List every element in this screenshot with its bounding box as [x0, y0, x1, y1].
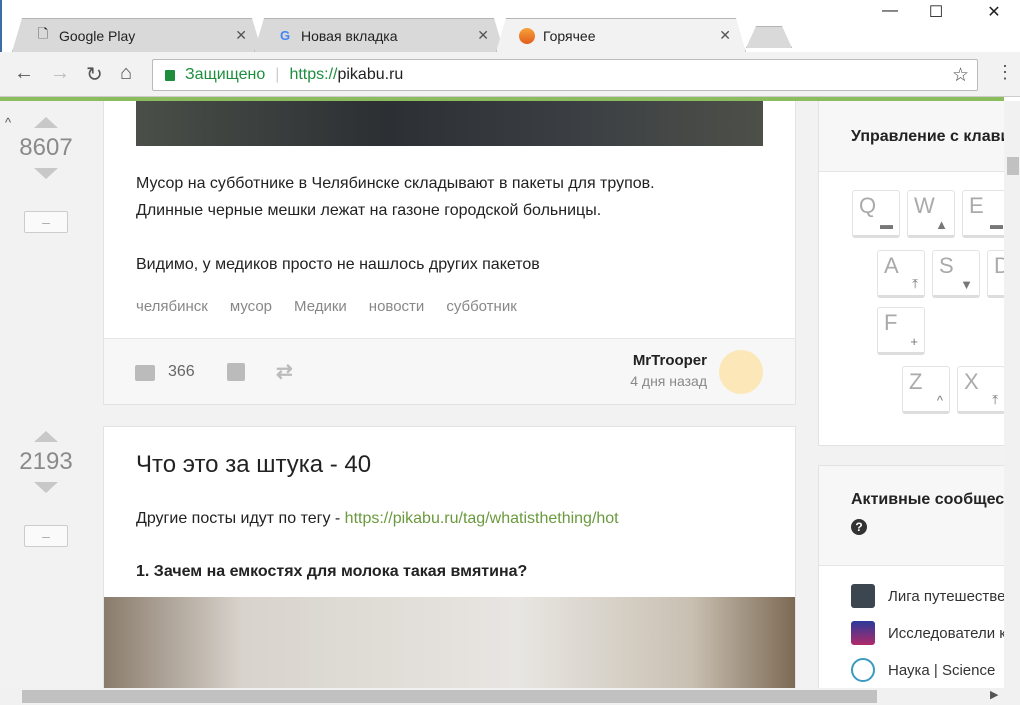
reload-icon[interactable]: ↻ [86, 62, 103, 87]
secure-label: Защищено [185, 66, 266, 83]
post-time: 4 дня назад [630, 373, 707, 389]
post-subheading: 1. Зачем на емкостях для молока такая вм… [136, 563, 528, 580]
save-icon[interactable] [227, 363, 245, 381]
key-q: Q ▬ [852, 190, 900, 238]
close-window-icon[interactable]: ✕ [972, 2, 1016, 24]
community-item[interactable]: Лига путешественников [851, 582, 1004, 610]
close-tab-icon[interactable]: ✕ [719, 27, 731, 44]
author-name[interactable]: MrTrooper [633, 352, 707, 369]
post-rating: 2193 – [0, 431, 92, 547]
community-item[interactable]: Наука | Science [851, 656, 1004, 684]
key-e: E ▬ [962, 190, 1004, 238]
tag-link[interactable]: https://pikabu.ru/tag/whatisthething/hot [345, 510, 619, 527]
maximize-icon[interactable]: ☐ [914, 2, 958, 24]
community-list: Лига путешественников Исследователи косм… [851, 582, 1004, 684]
tag[interactable]: мусор [230, 298, 272, 315]
community-item[interactable]: Исследователи космоса [851, 619, 1004, 647]
comments-count[interactable]: 366 [168, 363, 195, 381]
key-d: D [987, 250, 1004, 298]
menu-icon[interactable]: ⋮ [996, 62, 1014, 83]
post-text: Мусор на субботнике в Челябинске складыв… [136, 175, 655, 273]
community-avatar [851, 621, 875, 645]
tag[interactable]: субботник [446, 298, 516, 315]
tag[interactable]: новости [369, 298, 425, 315]
bookmark-star-icon[interactable]: ☆ [952, 64, 969, 87]
key-f: F + [877, 307, 925, 355]
post-card: Что это за штука - 40 Другие посты идут … [103, 426, 796, 688]
address-bar[interactable]: Защищено | https://pikabu.ru ☆ [152, 59, 978, 91]
home-icon[interactable]: ⌂ [120, 62, 132, 85]
tag[interactable]: Медики [294, 298, 347, 315]
hide-post-button[interactable]: – [24, 525, 68, 547]
post-intro: Другие посты идут по тегу - https://pika… [136, 510, 619, 527]
horizontal-scrollbar[interactable]: ▶ [0, 688, 1020, 705]
key-x: X ⤒ [957, 366, 1004, 414]
atom-icon [851, 658, 875, 682]
lock-icon [165, 69, 175, 81]
google-icon: G [279, 28, 291, 43]
hide-post-button[interactable]: – [24, 211, 68, 233]
close-tab-icon[interactable]: ✕ [477, 27, 489, 44]
forward-icon[interactable]: → [50, 62, 70, 85]
scrollbar-thumb[interactable] [1007, 157, 1019, 175]
tab-hot[interactable]: Горячее ✕ [496, 18, 746, 52]
key-s: S ▼ [932, 250, 980, 298]
tag[interactable]: челябинск [136, 298, 208, 315]
browser-toolbar: ← → ↻ ⌂ Защищено | https://pikabu.ru ☆ ⋮ [0, 52, 1020, 97]
share-icon[interactable]: ⇄ [276, 359, 293, 384]
close-tab-icon[interactable]: ✕ [235, 27, 247, 44]
post-footer: 366 ⇄ MrTrooper 4 дня назад [104, 338, 795, 404]
keyboard-help-panel: Управление с клавиатуры Q▬ W▲ E▬ A⤒ S▼ D… [818, 101, 1004, 446]
post-tags: челябинск мусор Медики новости субботник [136, 298, 539, 316]
minimize-icon[interactable]: — [868, 2, 912, 24]
post-image [104, 597, 795, 688]
help-icon[interactable]: ? [851, 519, 867, 535]
downvote-icon[interactable] [34, 482, 58, 493]
tab-strip: 🗋 Google Play ✕ G Новая вкладка ✕ Горячее ✕ —… [0, 0, 1020, 53]
vertical-scrollbar[interactable] [1004, 101, 1020, 688]
community-avatar [851, 584, 875, 608]
panel-header: Активные сообщества ? [819, 466, 1004, 566]
active-communities-panel: Активные сообщества ? Лига путешественни… [818, 465, 1004, 688]
tab-new-tab[interactable]: G Новая вкладка ✕ [254, 18, 504, 52]
scrollbar-thumb[interactable] [22, 690, 877, 703]
new-tab-button[interactable] [746, 26, 792, 48]
upvote-icon[interactable] [34, 117, 58, 128]
page-content: ^ 8607 – Мусор на субботнике в Челябинск… [0, 101, 1004, 688]
post-title[interactable]: Что это за штука - 40 [136, 451, 371, 479]
key-w: W ▲ [907, 190, 955, 238]
scroll-right-icon[interactable]: ▶ [990, 688, 998, 701]
post-rating: 8607 – [0, 117, 92, 233]
panel-title: Управление с клавиатуры [819, 101, 1004, 172]
key-z: Z ^ [902, 366, 950, 414]
tab-google-play[interactable]: 🗋 Google Play ✕ [12, 18, 262, 52]
comments-icon[interactable] [135, 365, 155, 381]
upvote-icon[interactable] [34, 431, 58, 442]
panel-title: Активные сообщества [851, 491, 1004, 508]
page-icon: 🗋 [37, 25, 49, 41]
post-image [136, 101, 763, 146]
downvote-icon[interactable] [34, 168, 58, 179]
pikabu-icon [519, 28, 535, 44]
avatar[interactable] [719, 350, 763, 394]
back-icon[interactable]: ← [14, 62, 34, 85]
key-a: A ⤒ [877, 250, 925, 298]
post-card: Мусор на субботнике в Челябинске складыв… [103, 101, 796, 405]
